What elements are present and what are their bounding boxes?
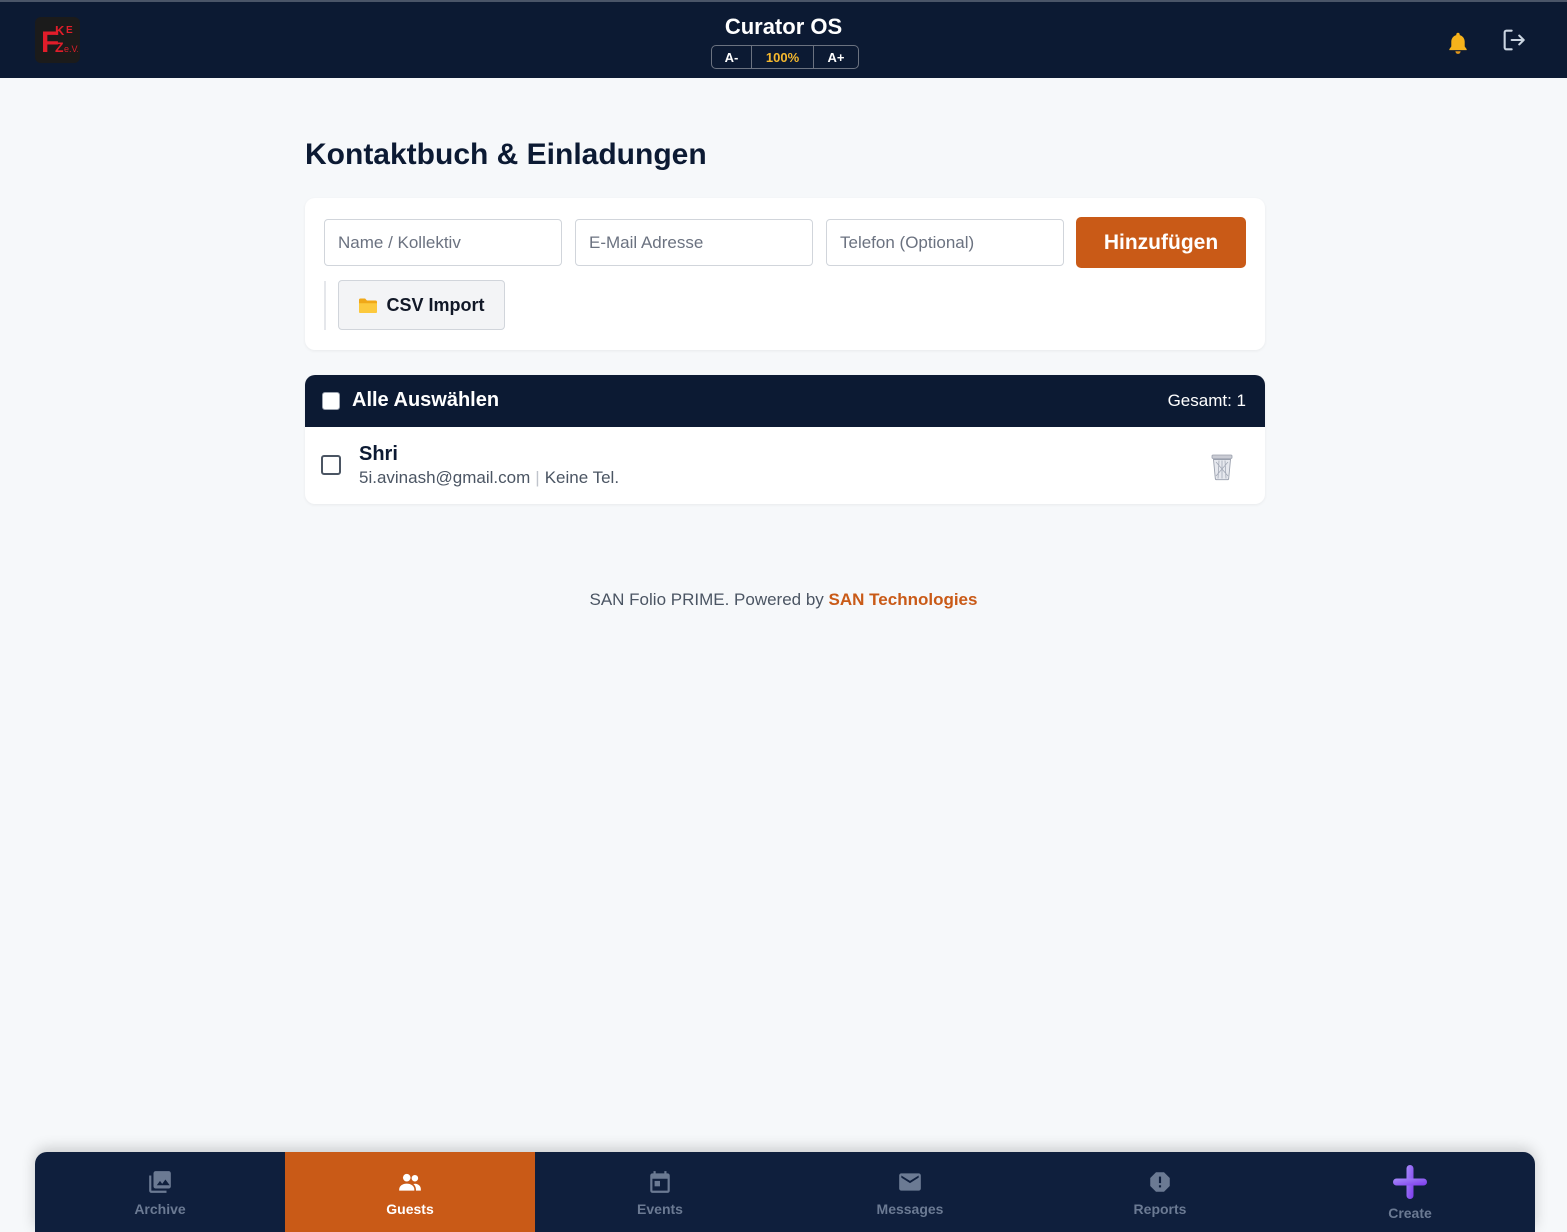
nav-label-archive: Archive: [134, 1201, 186, 1217]
notification-bell-icon[interactable]: [1445, 30, 1471, 56]
nav-label-messages: Messages: [876, 1201, 944, 1217]
nav-label-events: Events: [637, 1201, 683, 1217]
contact-list: Alle Auswählen Gesamt: 1 Shri 5i.avinash…: [305, 375, 1265, 504]
page-title: Kontaktbuch & Einladungen: [305, 138, 707, 171]
contact-details: 5i.avinash@gmail.com | Keine Tel.: [359, 468, 619, 488]
add-contact-form: Hinzufügen CSV Import: [305, 198, 1265, 350]
name-input[interactable]: [324, 219, 562, 266]
nav-item-reports[interactable]: Reports: [1035, 1152, 1285, 1232]
separator: |: [535, 468, 540, 487]
footer: SAN Folio PRIME. Powered by SAN Technolo…: [0, 590, 1567, 610]
archive-icon: [149, 1171, 171, 1193]
nav-label-create: Create: [1388, 1205, 1432, 1221]
footer-text: SAN Folio PRIME. Powered by: [589, 590, 824, 609]
nav-item-messages[interactable]: Messages: [785, 1152, 1035, 1232]
nav-label-guests: Guests: [386, 1201, 434, 1217]
csv-import-button[interactable]: CSV Import: [338, 280, 505, 330]
nav-item-create[interactable]: Create: [1285, 1152, 1535, 1232]
app-title: Curator OS: [724, 14, 843, 39]
delete-trash-icon[interactable]: [1209, 453, 1235, 481]
add-contact-button[interactable]: Hinzufügen: [1076, 217, 1246, 268]
email-input[interactable]: [575, 219, 813, 266]
contact-email: 5i.avinash@gmail.com: [359, 468, 531, 487]
phone-input[interactable]: [826, 219, 1064, 266]
nav-item-archive[interactable]: Archive: [35, 1152, 285, 1232]
events-icon: [650, 1171, 670, 1193]
contact-phone: Keine Tel.: [544, 468, 620, 487]
contact-list-header: Alle Auswählen Gesamt: 1: [305, 375, 1265, 427]
svg-text:Z: Z: [55, 39, 64, 55]
zoom-level: 100%: [752, 46, 814, 68]
nav-item-events[interactable]: Events: [535, 1152, 785, 1232]
svg-text:e.V.: e.V.: [64, 44, 78, 54]
nav-item-guests[interactable]: Guests: [285, 1152, 535, 1232]
csv-import-label: CSV Import: [386, 294, 485, 315]
reports-icon: [1150, 1172, 1170, 1192]
zoom-increase-button[interactable]: A+: [814, 46, 858, 68]
contact-checkbox[interactable]: [321, 455, 341, 475]
bottom-navigation: Archive Guests Events Messages Reports C…: [35, 1152, 1535, 1232]
messages-icon: [899, 1173, 921, 1191]
select-all-label: Alle Auswählen: [352, 389, 500, 411]
contact-name: Shri: [359, 443, 398, 465]
top-bar: F K E Z e.V. Curator OS A- 100% A+: [0, 0, 1567, 78]
logout-icon[interactable]: [1500, 26, 1528, 54]
create-icon: [1393, 1165, 1427, 1199]
font-zoom-control: A- 100% A+: [711, 45, 859, 69]
footer-brand-link[interactable]: SAN Technologies: [829, 590, 978, 609]
divider: [324, 281, 326, 330]
select-all-checkbox[interactable]: [322, 392, 340, 410]
zoom-decrease-button[interactable]: A-: [712, 46, 752, 68]
nav-label-reports: Reports: [1133, 1201, 1187, 1217]
total-count: Gesamt: 1: [1167, 391, 1246, 410]
guests-icon: [399, 1173, 421, 1191]
folder-icon: [359, 298, 378, 313]
